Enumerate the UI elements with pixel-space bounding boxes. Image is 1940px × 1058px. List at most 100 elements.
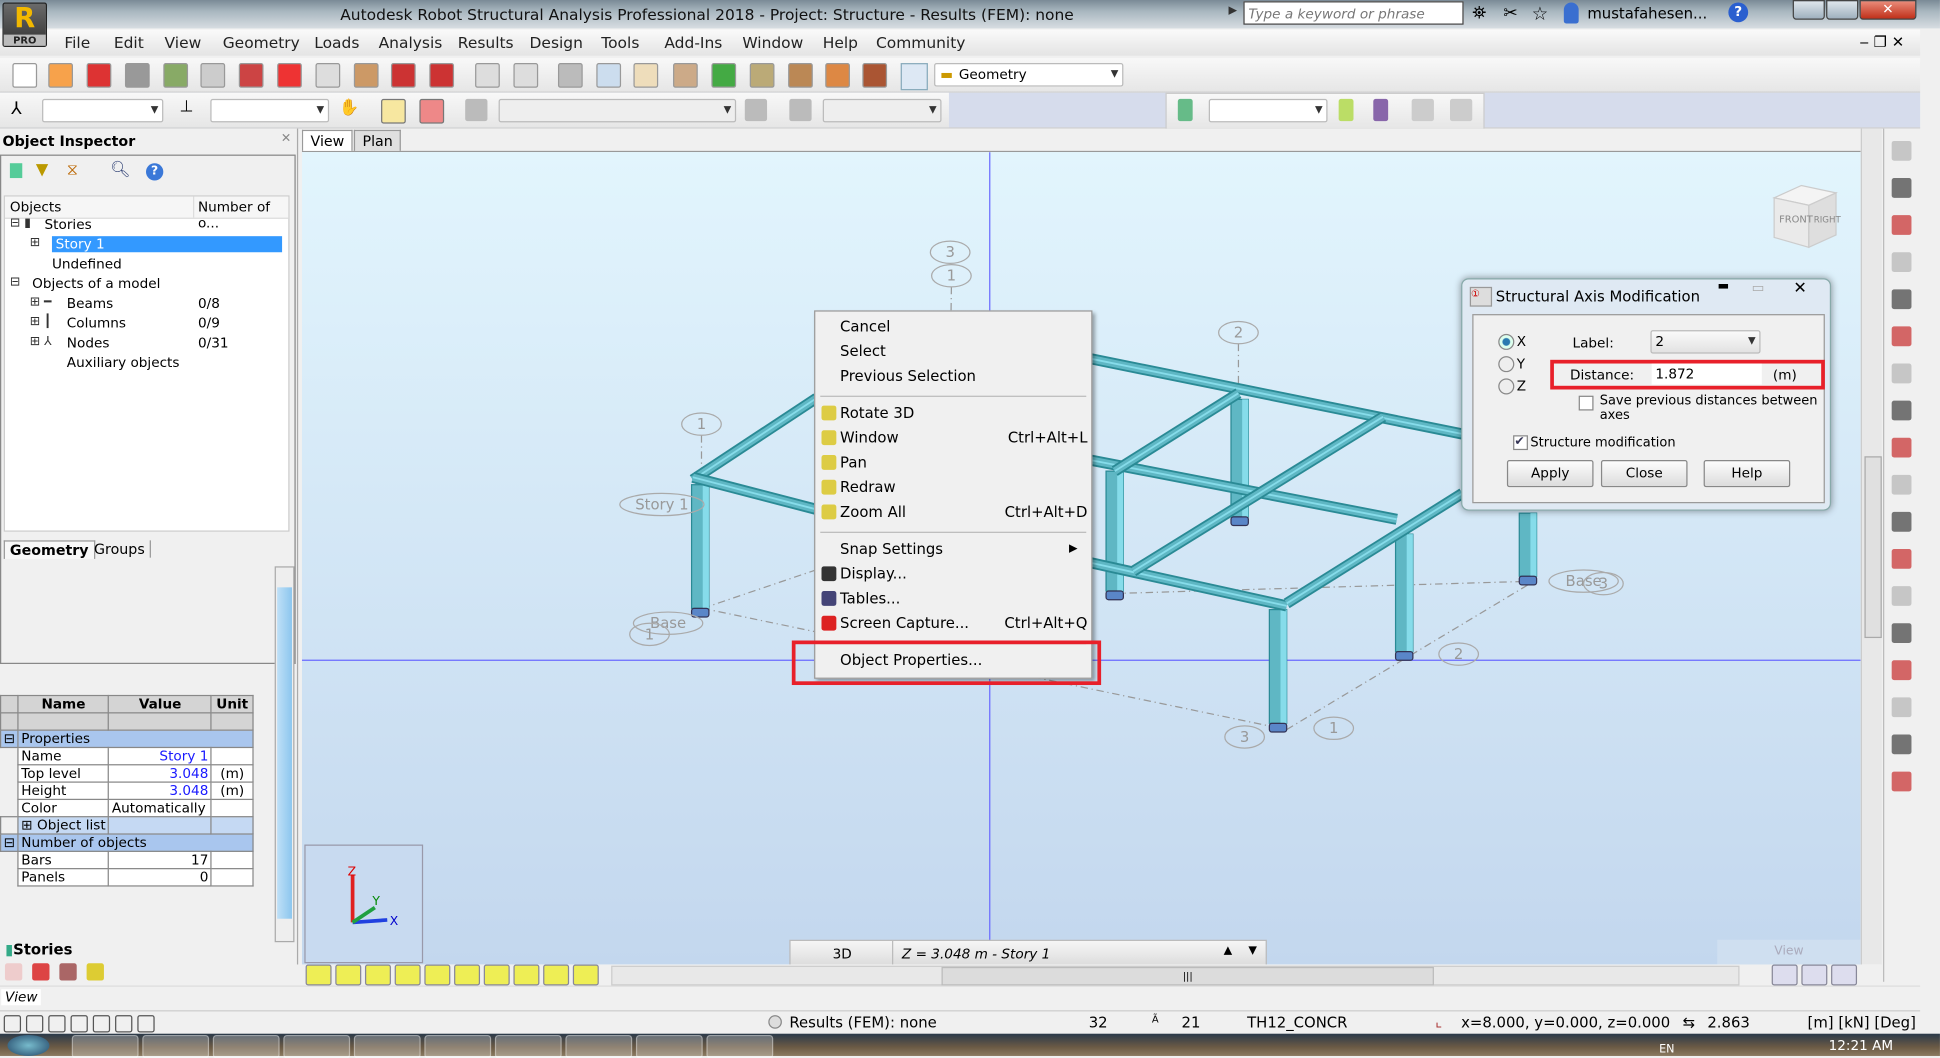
menu-analysis[interactable]: Analysis xyxy=(379,33,443,52)
node-selection-combo[interactable] xyxy=(42,98,164,123)
filter-icon[interactable]: ▼ xyxy=(36,161,48,180)
copy-icon[interactable] xyxy=(315,63,341,88)
menu-add-ins[interactable]: Add-Ins xyxy=(664,33,722,52)
print-icon[interactable] xyxy=(124,63,150,88)
menu-file[interactable]: File xyxy=(64,33,90,52)
combine-icon[interactable] xyxy=(1891,549,1912,569)
nodes-icon[interactable]: ⊞ ⅄ xyxy=(30,335,52,349)
expand-arrow-icon[interactable]: ▶ xyxy=(1229,5,1238,17)
node-selection-icon[interactable]: ⅄ xyxy=(11,99,22,119)
story-active-icon[interactable] xyxy=(1338,98,1354,122)
menu-item-display[interactable]: Display... xyxy=(821,563,1087,585)
columns-icon[interactable]: ⊞ ┃ xyxy=(30,315,52,329)
layout-icon[interactable] xyxy=(900,63,928,91)
numbers-icon[interactable] xyxy=(543,964,570,986)
bar-selection-icon[interactable]: ⊥ xyxy=(179,98,193,117)
menu-design[interactable]: Design xyxy=(530,33,583,52)
beams-icon[interactable]: ⊞ ━ xyxy=(30,296,52,310)
cut-icon[interactable] xyxy=(1891,511,1912,532)
dialog-maximize-button[interactable]: ▭ xyxy=(1741,279,1776,300)
bar-selection-combo[interactable] xyxy=(210,98,330,123)
cube-right[interactable]: RIGHT xyxy=(1814,216,1842,226)
tree-item-undefined[interactable]: Undefined xyxy=(52,256,122,272)
lock-icon[interactable] xyxy=(557,63,583,88)
book-icon[interactable] xyxy=(163,63,189,88)
start-button[interactable] xyxy=(7,1034,50,1056)
column-icon[interactable] xyxy=(1891,215,1912,235)
layout-select[interactable]: ▬ Geometry xyxy=(934,63,1124,87)
save-previous-checkbox[interactable] xyxy=(1578,395,1594,411)
view-button[interactable]: View xyxy=(1717,939,1861,965)
tree-item-nodes[interactable]: Nodes xyxy=(67,335,110,351)
menu-item-select[interactable]: Select xyxy=(840,340,1087,362)
property-value[interactable]: 3.048 xyxy=(108,781,213,801)
close-button[interactable]: Close xyxy=(1600,459,1688,488)
binoculars-icon[interactable]: ⛯ xyxy=(1472,4,1486,24)
section-names-icon[interactable] xyxy=(364,964,391,986)
save-icon[interactable] xyxy=(86,63,112,88)
menu-item-previous-selection[interactable]: Previous Selection xyxy=(840,365,1087,387)
grid-icon[interactable] xyxy=(1891,586,1912,606)
structure-icon[interactable] xyxy=(825,63,850,88)
load-icon[interactable] xyxy=(1891,437,1912,458)
story-combo[interactable] xyxy=(1208,98,1328,123)
panels-icon[interactable] xyxy=(483,964,510,986)
view-mode[interactable]: 3D xyxy=(833,946,852,962)
slab-icon[interactable] xyxy=(1891,252,1912,273)
tab-plan[interactable]: Plan xyxy=(353,129,402,151)
favorites-star-icon[interactable]: ☆ xyxy=(1532,2,1549,24)
support-icon[interactable] xyxy=(1891,326,1912,347)
story-icon[interactable] xyxy=(1891,697,1912,718)
property-value[interactable]: Automatically xyxy=(108,798,213,818)
stories-icon[interactable] xyxy=(1177,98,1193,122)
col-number[interactable]: Number of o... xyxy=(198,199,288,231)
tree-item-auxiliary-objects[interactable]: Auxiliary objects xyxy=(67,355,180,371)
copy-icon[interactable] xyxy=(115,1015,133,1033)
node-numbers-icon[interactable] xyxy=(305,964,332,986)
cut-icon[interactable] xyxy=(137,1015,155,1033)
taskbar-app2-button[interactable] xyxy=(353,1034,421,1058)
zoom-all-icon[interactable] xyxy=(633,63,659,88)
select-icon[interactable] xyxy=(70,1015,88,1033)
maximize-button[interactable] xyxy=(1826,0,1859,20)
new-icon[interactable] xyxy=(12,63,38,88)
user-name[interactable]: mustafahesen... xyxy=(1587,5,1707,22)
foundation-icon[interactable] xyxy=(1891,660,1912,681)
edit-icon[interactable] xyxy=(92,1015,111,1033)
bar-icon[interactable] xyxy=(1891,178,1912,198)
radio-axis-x[interactable] xyxy=(1498,333,1515,350)
view-horizontal-scrollbar[interactable]: ||| xyxy=(611,965,1740,986)
section-icon[interactable] xyxy=(788,63,813,88)
case-icon[interactable] xyxy=(465,98,488,122)
cube-front[interactable]: FRONT xyxy=(1779,215,1814,226)
camera-icon[interactable] xyxy=(238,63,264,88)
story-up-icon[interactable] xyxy=(381,98,406,124)
taskbar-robot-button[interactable] xyxy=(706,1034,774,1058)
menu-item-redraw[interactable]: Redraw xyxy=(821,476,1087,498)
menu-loads[interactable]: Loads xyxy=(314,33,359,52)
stories-icon[interactable]: ⊟ ▮ xyxy=(10,216,31,230)
menu-item-snap-settings[interactable]: Snap Settings ▶ xyxy=(840,538,1087,560)
menu-community[interactable]: Community xyxy=(876,33,966,52)
table-icon[interactable] xyxy=(1891,734,1912,755)
calculator-icon[interactable] xyxy=(475,63,500,88)
story-edit-icon[interactable] xyxy=(86,963,104,981)
close-window-button[interactable]: ✕ xyxy=(1859,0,1917,20)
tree-item-beams[interactable]: Beams xyxy=(67,296,113,312)
view-vertical-scrollbar[interactable] xyxy=(1860,128,1882,965)
tree-item-story-1[interactable]: Story 1 xyxy=(51,236,283,253)
wall-icon[interactable] xyxy=(1891,289,1912,310)
taskbar-acrobat-button[interactable] xyxy=(635,1034,703,1058)
tab-groups[interactable]: Groups xyxy=(89,540,151,558)
property-row[interactable]: Color Automatically xyxy=(0,798,254,818)
clock[interactable]: 12:21 AM xyxy=(1829,1037,1894,1053)
preview-icon[interactable] xyxy=(200,63,226,88)
menu-item-pan[interactable]: Pan xyxy=(821,451,1087,473)
radio-axis-y[interactable] xyxy=(1498,356,1515,373)
menu-item-rotate-3d[interactable]: Rotate 3D xyxy=(821,402,1087,424)
tree-item-columns[interactable]: Columns xyxy=(67,315,126,331)
app-logo[interactable]: R PRO xyxy=(2,2,48,47)
component-combo[interactable] xyxy=(822,98,942,123)
zoom-select-icon[interactable] xyxy=(673,63,698,88)
story-list-icon[interactable] xyxy=(4,963,23,981)
